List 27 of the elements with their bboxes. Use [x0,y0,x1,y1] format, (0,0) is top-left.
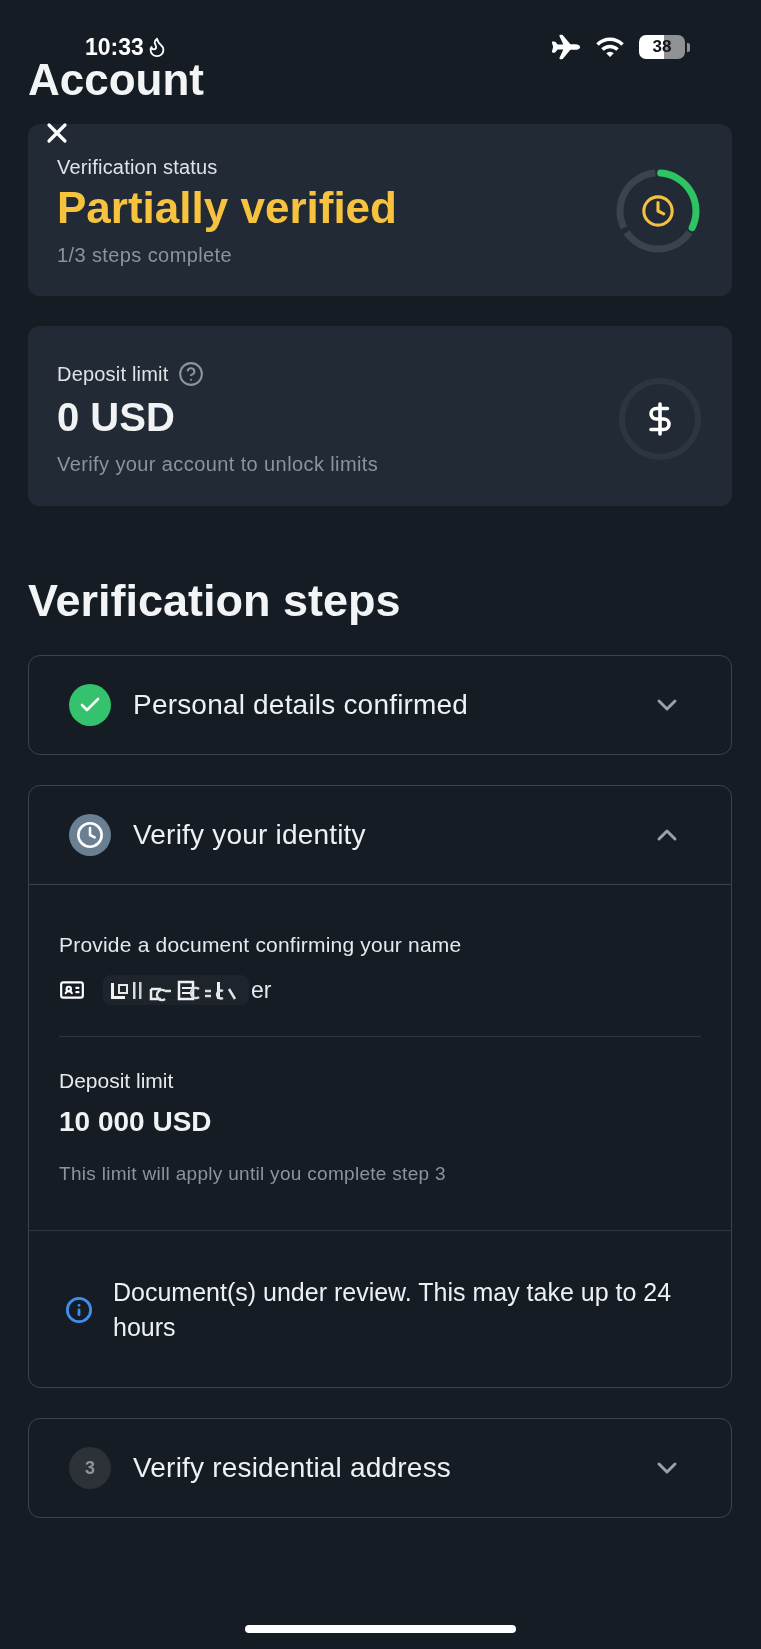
airplane-icon [551,32,581,62]
step-title: Personal details confirmed [133,688,470,722]
step-title: Verify your identity [133,818,367,852]
help-icon[interactable] [178,362,203,386]
limit-label: Deposit limit [57,362,169,386]
status-time: 10:33 [85,34,144,60]
review-notice: Document(s) under review. This may take up to 24 hours [113,1277,673,1343]
document-label: er [251,976,272,1004]
info-icon [65,1296,93,1324]
dollar-icon [619,377,701,460]
limit-label: Deposit limit [59,1068,175,1094]
limit-note: This limit will apply until you complete step 3 [59,1162,447,1186]
document-prompt: Provide a document confirming your name [59,932,463,958]
verification-status: Partially verified [57,184,397,232]
step-number: 3 [69,1447,111,1489]
limit-amount: 0 USD [57,394,175,440]
page-title: Account [28,58,205,102]
steps-count-text: 1/3 steps complete [57,243,233,267]
check-icon [69,684,111,726]
step-title: Verify residential address [133,1451,453,1485]
section-title: Verification steps [28,576,402,626]
clock-icon [69,814,111,856]
limit-note: Verify your account to unlock limits [57,452,379,476]
battery-indicator: 38 [639,35,690,59]
status-label: Verification status [57,155,218,179]
limit-amount: 10 000 USD [59,1106,213,1138]
clock-icon [641,194,675,228]
